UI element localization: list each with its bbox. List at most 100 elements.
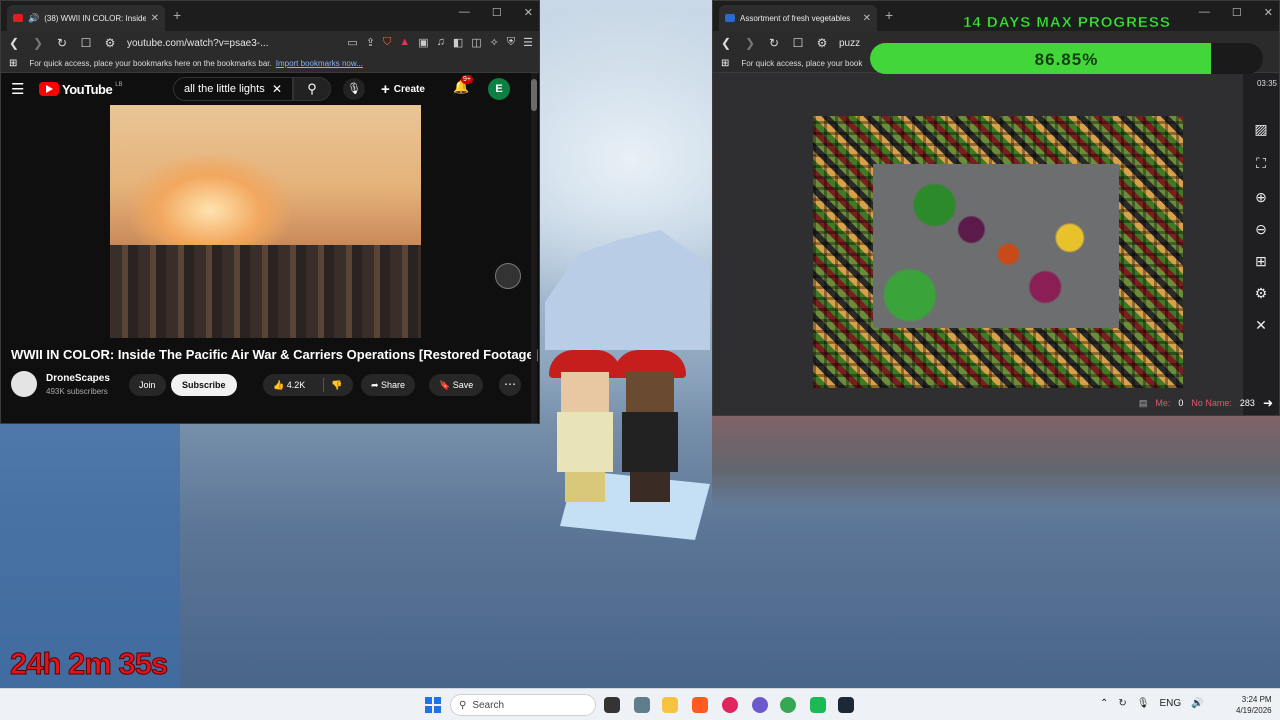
language-indicator[interactable]: ENG	[1159, 698, 1181, 709]
close-window-icon[interactable]: ✕	[524, 6, 533, 19]
vpn-icon[interactable]: ⛨	[507, 36, 515, 49]
share-label: Share	[381, 380, 406, 390]
site-info-icon[interactable]: ⚙	[815, 36, 829, 50]
channel-name[interactable]: DroneScapes	[46, 373, 110, 384]
maximize-icon[interactable]: ☐	[1232, 6, 1242, 19]
bookmark-icon[interactable]: ☐	[791, 36, 805, 50]
sync-icon[interactable]: ↻	[1118, 698, 1126, 709]
bookmark-icon[interactable]: ☐	[79, 36, 93, 50]
subscribe-button[interactable]: Subscribe	[171, 374, 237, 396]
tab-title: Assortment of fresh vegetables	[740, 13, 851, 23]
brave-shield-icon[interactable]: ⛉	[383, 36, 391, 49]
channel-avatar[interactable]	[11, 371, 37, 397]
wallet-icon[interactable]: ◫	[471, 36, 481, 49]
youtube-play-icon	[39, 82, 59, 96]
back-icon[interactable]: ❮	[7, 36, 21, 50]
back-icon[interactable]: ❮	[719, 36, 733, 50]
fullscreen-icon[interactable]: ⛶	[1253, 155, 1269, 172]
menu-icon[interactable]: ☰	[523, 36, 533, 49]
speaker-icon[interactable]: 🔊	[28, 13, 39, 24]
join-button[interactable]: Join	[129, 374, 166, 396]
minimize-icon[interactable]: —	[1199, 6, 1210, 19]
leo-icon[interactable]: ✧	[490, 36, 499, 49]
minimize-icon[interactable]: —	[459, 6, 470, 19]
reload-icon[interactable]: ↻	[55, 36, 69, 50]
steam-icon[interactable]	[838, 697, 854, 713]
cast-icon[interactable]: ▭	[347, 36, 357, 49]
progress-percent: 86.85%	[1034, 50, 1099, 69]
puzzle-clock: 03:35	[1256, 79, 1277, 88]
volume-icon[interactable]: 🔊	[1191, 698, 1203, 709]
hamburger-menu-icon[interactable]: ☰	[11, 80, 39, 98]
site-info-icon[interactable]: ⚙	[103, 36, 117, 50]
zoom-out-icon[interactable]: ⊖	[1253, 221, 1269, 238]
sidebar-icon[interactable]: ▣	[418, 36, 428, 49]
subscriber-count: 493K subscribers	[46, 387, 108, 396]
notifications-bell-icon[interactable]: 🔔 9+	[453, 75, 473, 95]
windows-start-icon[interactable]	[425, 697, 441, 713]
opera-icon[interactable]	[722, 697, 738, 713]
channel-watermark-icon[interactable]	[495, 263, 521, 289]
apps-grid-icon[interactable]: ⊞	[721, 58, 729, 69]
bookmarks-hint: For quick access, place your book	[741, 59, 863, 68]
search-input[interactable]: all the little lights ✕	[173, 77, 293, 101]
close-icon[interactable]: ✕	[1253, 317, 1269, 334]
more-options-icon[interactable]: ⋯	[499, 374, 521, 396]
share-button[interactable]: ➦ Share	[361, 374, 416, 396]
app-icon[interactable]	[810, 697, 826, 713]
character-head	[626, 372, 674, 412]
noname-score: 283	[1239, 398, 1255, 408]
url-field[interactable]: puzz	[839, 38, 860, 49]
like-button[interactable]: 👍 4.2K	[273, 380, 305, 390]
mic-icon[interactable]: 🎙	[343, 78, 365, 100]
split-view-icon[interactable]: ◧	[453, 36, 463, 49]
url-field[interactable]: youtube.com/watch?v=psae3-...	[127, 38, 268, 49]
music-icon[interactable]: ♫	[437, 36, 445, 49]
chevron-up-icon[interactable]: ⌃	[1100, 698, 1108, 709]
grid-icon[interactable]: ⊞	[1253, 253, 1269, 270]
file-explorer-icon[interactable]	[662, 697, 678, 713]
scrollbar-thumb[interactable]	[531, 79, 537, 111]
save-button[interactable]: 🔖 Save	[429, 374, 484, 396]
youtube-logo[interactable]: YouTube LB	[39, 82, 123, 97]
discord-icon[interactable]	[752, 697, 768, 713]
video-player[interactable]	[110, 105, 421, 338]
like-dislike-group: 👍 4.2K 👎	[263, 374, 353, 396]
jigsaw-board[interactable]	[813, 116, 1183, 388]
image-icon[interactable]: ▨	[1253, 121, 1269, 138]
settings-app-icon[interactable]	[634, 697, 650, 713]
microphone-icon[interactable]: 🎙	[1137, 698, 1150, 709]
reload-icon[interactable]: ↻	[767, 36, 781, 50]
create-button[interactable]: + Create	[381, 79, 425, 99]
toolbar-icons: ▭ ⇪ ⛉ ▲ ▣ ♫ ◧ ◫ ✧ ⛨ ☰	[347, 36, 533, 49]
import-bookmarks-link[interactable]: Import bookmarks now...	[276, 59, 363, 68]
taskbar-clock[interactable]: 3:24 PM 4/19/2026	[1236, 694, 1272, 716]
forward-icon[interactable]: ❯	[31, 36, 45, 50]
zoom-in-icon[interactable]: ⊕	[1253, 189, 1269, 206]
bookmarks-hint: For quick access, place your bookmarks h…	[29, 59, 272, 68]
forward-icon[interactable]: ❯	[743, 36, 757, 50]
rewards-icon[interactable]: ▲	[399, 36, 410, 49]
country-code: LB	[115, 82, 123, 88]
apps-grid-icon[interactable]: ⊞	[9, 58, 17, 69]
brave-browser-icon[interactable]	[692, 697, 708, 713]
clear-search-icon[interactable]: ✕	[272, 82, 282, 96]
arrow-right-icon[interactable]: ➜	[1263, 396, 1273, 410]
chrome-icon[interactable]	[780, 697, 796, 713]
settings-icon[interactable]: ⚙	[1253, 285, 1269, 302]
search-button[interactable]: ⚲	[293, 77, 331, 101]
close-tab-icon[interactable]: ✕	[151, 13, 159, 24]
taskbar-search-input[interactable]: ⚲ Search	[450, 694, 596, 716]
share-icon[interactable]: ⇪	[366, 36, 375, 49]
scrollbar[interactable]	[531, 73, 537, 423]
new-tab-button[interactable]: +	[885, 7, 893, 23]
tab-youtube[interactable]: 🔊 (38) WWII IN COLOR: Inside T ✕	[7, 5, 165, 31]
maximize-icon[interactable]: ☐	[492, 6, 502, 19]
task-view-icon[interactable]	[604, 697, 620, 713]
avatar[interactable]: E	[488, 78, 510, 100]
close-tab-icon[interactable]: ✕	[863, 13, 871, 24]
close-window-icon[interactable]: ✕	[1264, 6, 1273, 19]
tab-puzzle[interactable]: Assortment of fresh vegetables ✕	[719, 5, 877, 31]
new-tab-button[interactable]: +	[173, 7, 181, 23]
dislike-icon[interactable]: 👎	[331, 374, 342, 396]
